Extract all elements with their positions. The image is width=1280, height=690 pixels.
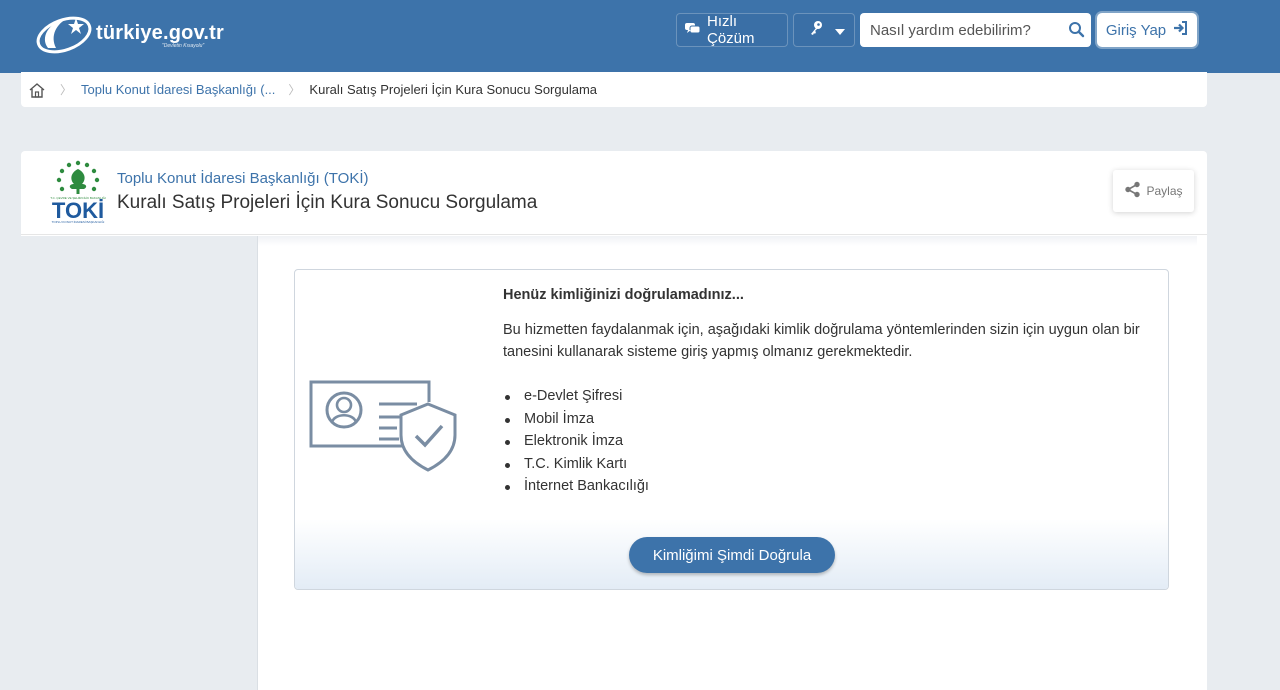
list-item: Mobil İmza [503,408,1163,431]
list-item: İnternet Bankacılığı [503,475,1163,498]
left-sidebar [21,236,258,690]
search-box [860,13,1091,47]
share-button[interactable]: Paylaş [1113,170,1194,212]
breadcrumb-separator-icon: 〉 [288,83,301,97]
search-icon[interactable] [1068,21,1085,43]
breadcrumb-item-current: Kuralı Satış Projeleri İçin Kura Sonucu … [309,82,598,97]
quick-solution-label: Hızlı Çözüm [707,13,755,47]
auth-message: Henüz kimliğinizi doğrulamadınız... Bu h… [503,287,1163,498]
login-label: Giriş Yap [1105,21,1167,39]
auth-methods-list: e-Devlet Şifresi Mobil İmza Elektronik İ… [503,385,1163,498]
key-icon [809,20,823,40]
content-top-shadow [258,236,1197,246]
sign-in-icon [1173,21,1188,39]
logo-text: türkiye.gov.tr [96,22,225,44]
search-input[interactable] [860,14,1060,46]
chevron-down-icon [835,22,845,39]
logo-tagline: "Devletin Kısayolu" [162,43,205,49]
top-header: türkiye.gov.tr "Devletin Kısayolu" Hızlı… [0,0,1280,73]
service-card: T.C. ÇEVRE VE ŞEHİRCİLİK BAKANLIĞI TOKİ … [21,151,1207,690]
breadcrumb: 〉 Toplu Konut İdaresi Başkanlığı (... 〉 … [21,72,1207,107]
list-item: T.C. Kimlik Kartı [503,453,1163,476]
key-menu-button[interactable] [793,13,855,47]
turkiye-gov-logo[interactable]: türkiye.gov.tr "Devletin Kısayolu" [34,8,234,58]
org-name[interactable]: Toplu Konut İdaresi Başkanlığı (TOKİ) [117,170,369,187]
org-header: T.C. ÇEVRE VE ŞEHİRCİLİK BAKANLIĞI TOKİ … [21,151,1207,235]
id-card-shield-icon [309,380,459,480]
home-icon[interactable] [27,80,47,100]
verify-identity-button[interactable]: Kimliğimi Şimdi Doğrula [629,537,835,573]
share-icon [1124,181,1141,201]
crescent-star-icon [36,16,92,54]
list-item: Elektronik İmza [503,430,1163,453]
page-title: Kuralı Satış Projeleri İçin Kura Sonucu … [117,192,538,213]
share-label: Paylaş [1146,184,1183,198]
list-item: e-Devlet Şifresi [503,385,1163,408]
auth-title: Henüz kimliğinizi doğrulamadınız... [503,287,744,303]
login-button[interactable]: Giriş Yap [1097,13,1197,47]
quick-solution-button[interactable]: Hızlı Çözüm [676,13,788,47]
toki-logo: T.C. ÇEVRE VE ŞEHİRCİLİK BAKANLIĞI TOKİ … [48,160,108,224]
chat-bubbles-icon [684,21,701,40]
auth-description: Bu hizmetten faydalanmak için, aşağıdaki… [503,322,1140,360]
breadcrumb-item-org[interactable]: Toplu Konut İdaresi Başkanlığı (... [81,82,275,97]
auth-required-box: Henüz kimliğinizi doğrulamadınız... Bu h… [294,269,1169,590]
breadcrumb-separator-icon: 〉 [60,83,73,97]
svg-text:TOPLU KONUT İDARESİ BAŞKANLIĞI: TOPLU KONUT İDARESİ BAŞKANLIĞI [52,219,105,224]
